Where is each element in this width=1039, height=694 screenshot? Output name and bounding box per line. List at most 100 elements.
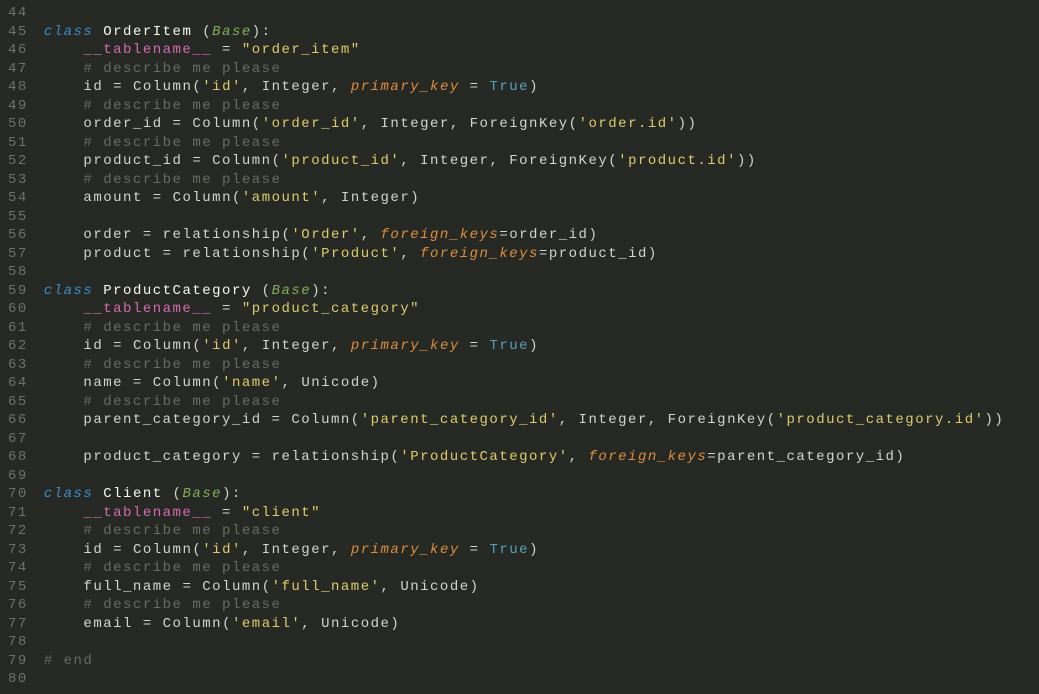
code-line[interactable]: # describe me please xyxy=(44,356,1005,375)
code-line[interactable]: id = Column('id', Integer, primary_key =… xyxy=(44,541,1005,560)
token-ident: order_id xyxy=(83,116,162,132)
token-op: = xyxy=(103,338,133,354)
code-line[interactable]: # describe me please xyxy=(44,97,1005,116)
token-op xyxy=(44,246,84,262)
code-line[interactable]: __tablename__ = "client" xyxy=(44,504,1005,523)
token-str: 'id' xyxy=(202,79,242,95)
code-line[interactable]: product = relationship('Product', foreig… xyxy=(44,245,1005,264)
code-line[interactable]: order_id = Column('order_id', Integer, F… xyxy=(44,115,1005,134)
token-op: )) xyxy=(737,153,757,169)
token-cmt: # describe me please xyxy=(83,523,281,539)
code-line[interactable]: id = Column('id', Integer, primary_key =… xyxy=(44,78,1005,97)
token-op: = xyxy=(153,246,183,262)
token-call: Column xyxy=(291,412,350,428)
code-line[interactable]: # describe me please xyxy=(44,134,1005,153)
token-ident: product_category xyxy=(83,449,241,465)
token-op xyxy=(44,560,84,576)
token-str: 'order.id' xyxy=(579,116,678,132)
token-op: ): xyxy=(222,486,242,502)
token-op: , xyxy=(331,542,351,558)
code-line[interactable]: name = Column('name', Unicode) xyxy=(44,374,1005,393)
token-op: ( xyxy=(390,449,400,465)
token-op: = xyxy=(460,79,490,95)
code-line[interactable] xyxy=(44,208,1005,227)
code-editor[interactable]: 44 45 46 47 48 49 50 51 52 53 54 55 56 5… xyxy=(0,0,1039,689)
token-op: ( xyxy=(252,283,272,299)
code-line[interactable]: full_name = Column('full_name', Unicode) xyxy=(44,578,1005,597)
code-line[interactable]: # end xyxy=(44,652,1005,671)
token-str: 'ProductCategory' xyxy=(400,449,568,465)
code-line[interactable]: id = Column('id', Integer, primary_key =… xyxy=(44,337,1005,356)
code-line[interactable]: email = Column('email', Unicode) xyxy=(44,615,1005,634)
code-line[interactable]: class OrderItem (Base): xyxy=(44,23,1005,42)
code-line[interactable]: # describe me please xyxy=(44,559,1005,578)
code-content[interactable]: class OrderItem (Base): __tablename__ = … xyxy=(34,0,1005,689)
token-op xyxy=(44,61,84,77)
token-op: = xyxy=(262,412,292,428)
code-line[interactable]: product_category = relationship('Product… xyxy=(44,448,1005,467)
token-op: ) xyxy=(390,616,400,632)
token-op: = xyxy=(133,616,163,632)
code-line[interactable]: order = relationship('Order', foreign_ke… xyxy=(44,226,1005,245)
code-line[interactable] xyxy=(44,4,1005,23)
token-op: ) xyxy=(529,338,539,354)
token-kw: class xyxy=(44,24,94,40)
token-op xyxy=(44,579,84,595)
token-op: , xyxy=(361,227,381,243)
code-line[interactable]: # describe me please xyxy=(44,596,1005,615)
token-str: 'product_id' xyxy=(281,153,400,169)
code-line[interactable] xyxy=(44,263,1005,282)
token-call: Column xyxy=(153,375,212,391)
token-op: = xyxy=(103,79,133,95)
token-str: 'product.id' xyxy=(618,153,737,169)
code-line[interactable]: # describe me please xyxy=(44,171,1005,190)
token-bool: True xyxy=(489,79,529,95)
code-line[interactable]: # describe me please xyxy=(44,319,1005,338)
token-spec: __tablename__ xyxy=(83,505,212,521)
token-op xyxy=(44,505,84,521)
code-line[interactable]: __tablename__ = "order_item" xyxy=(44,41,1005,60)
code-line[interactable] xyxy=(44,467,1005,486)
token-op xyxy=(44,79,84,95)
code-line[interactable]: # describe me please xyxy=(44,522,1005,541)
code-line[interactable] xyxy=(44,430,1005,449)
code-line[interactable]: amount = Column('amount', Integer) xyxy=(44,189,1005,208)
token-str: 'order_id' xyxy=(262,116,361,132)
token-call: Column xyxy=(163,616,222,632)
code-line[interactable] xyxy=(44,670,1005,689)
token-op: , xyxy=(400,246,420,262)
token-op: ( xyxy=(569,116,579,132)
token-op: ( xyxy=(222,616,232,632)
code-line[interactable]: # describe me please xyxy=(44,393,1005,412)
token-call: ForeignKey xyxy=(509,153,608,169)
token-op xyxy=(44,116,84,132)
token-str: 'product_category.id' xyxy=(777,412,985,428)
token-call: Column xyxy=(202,579,261,595)
code-line[interactable]: product_id = Column('product_id', Intege… xyxy=(44,152,1005,171)
code-line[interactable]: class Client (Base): xyxy=(44,485,1005,504)
token-op: = xyxy=(133,227,163,243)
token-ident: product_id xyxy=(549,246,648,262)
token-call: Column xyxy=(133,542,192,558)
token-params: Unicode xyxy=(321,616,390,632)
code-line[interactable]: __tablename__ = "product_category" xyxy=(44,300,1005,319)
token-str: 'amount' xyxy=(242,190,321,206)
token-op: = xyxy=(163,116,193,132)
token-str: 'id' xyxy=(202,542,242,558)
token-op: = xyxy=(460,338,490,354)
token-op: ( xyxy=(281,227,291,243)
code-line[interactable] xyxy=(44,633,1005,652)
token-op: ( xyxy=(767,412,777,428)
code-line[interactable]: # describe me please xyxy=(44,60,1005,79)
token-op: ( xyxy=(301,246,311,262)
token-op xyxy=(44,98,84,114)
token-call: Column xyxy=(192,116,251,132)
token-op: = xyxy=(460,542,490,558)
token-op xyxy=(44,153,84,169)
code-line[interactable]: parent_category_id = Column('parent_cate… xyxy=(44,411,1005,430)
token-spec: __tablename__ xyxy=(83,42,212,58)
token-op xyxy=(44,301,84,317)
code-line[interactable]: class ProductCategory (Base): xyxy=(44,282,1005,301)
token-op xyxy=(44,412,84,428)
token-kw: class xyxy=(44,283,94,299)
